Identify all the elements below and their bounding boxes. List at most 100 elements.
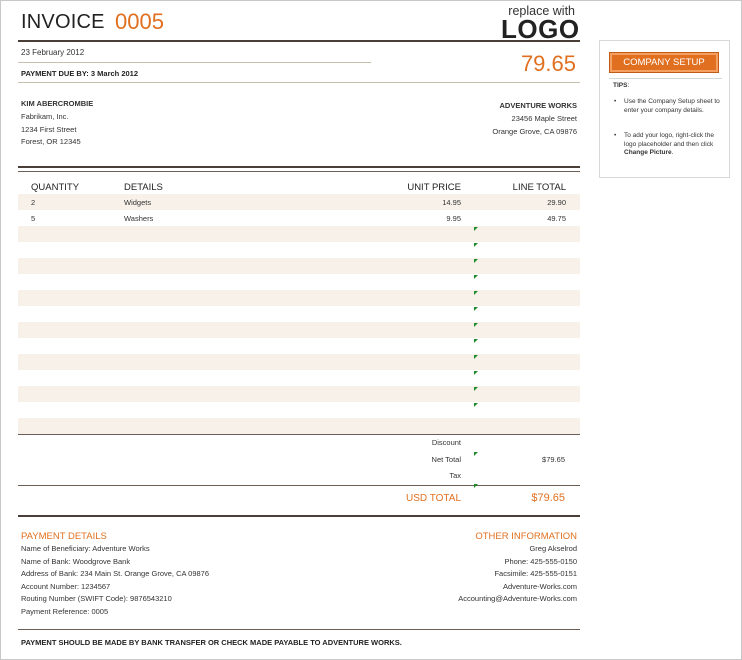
formula-marker-icon: [474, 227, 478, 231]
invoice-date[interactable]: 23 February 2012: [21, 48, 84, 57]
totals-rule: [18, 485, 580, 486]
contact-line: Adventure-Works.com: [502, 581, 577, 591]
tips-title-text: TIPS: [613, 82, 628, 89]
payment-details-title: PAYMENT DETAILS: [21, 531, 107, 542]
table-row-empty[interactable]: [18, 338, 580, 354]
row-quantity: 5: [31, 214, 36, 223]
usd-total-label: USD TOTAL: [405, 493, 461, 504]
date-divider: [18, 62, 371, 63]
company-setup-button[interactable]: COMPANY SETUP: [609, 52, 719, 73]
usd-total-value[interactable]: $79.65: [495, 492, 565, 504]
from-city: Orange Grove, CA 09876: [492, 126, 577, 136]
net-total-value[interactable]: $79.65: [495, 455, 565, 464]
tips-title: TIPS:: [613, 82, 630, 89]
header-rule: [18, 40, 580, 42]
logo-placeholder[interactable]: replace with LOGO: [501, 5, 580, 44]
table-top-rule-thin: [18, 171, 580, 172]
table-row[interactable]: 5 Washers 9.95 49.75: [18, 210, 580, 226]
row-unit-price: 9.95: [446, 214, 461, 223]
discount-label: Discount: [431, 438, 461, 447]
row-quantity: 2: [31, 198, 36, 207]
formula-marker-icon: [474, 452, 478, 456]
payment-line: Payment Reference: 0005: [21, 606, 109, 616]
table-row-empty[interactable]: [18, 258, 580, 274]
footer-rule: [18, 629, 580, 630]
formula-marker-icon: [474, 291, 478, 295]
table-row-empty[interactable]: [18, 402, 580, 418]
contact-line: Greg Akselrod: [529, 544, 577, 553]
invoice-title: INVOICE: [21, 11, 105, 33]
header-quantity: QUANTITY: [31, 182, 80, 193]
from-block[interactable]: ADVENTURE WORKS 23456 Maple Street Orang…: [440, 100, 577, 138]
tax-label: Tax: [449, 471, 461, 480]
payment-due-date: 3 March 2012: [90, 69, 139, 78]
formula-marker-icon: [474, 275, 478, 279]
formula-marker-icon: [474, 355, 478, 359]
row-line-total: 29.90: [547, 198, 566, 207]
bill-to-city: Forest, OR 12345: [21, 137, 81, 147]
table-row-empty[interactable]: [18, 290, 580, 306]
formula-marker-icon: [474, 387, 478, 391]
from-name: ADVENTURE WORKS: [499, 101, 577, 110]
footer-note: PAYMENT SHOULD BE MADE BY BANK TRANSFER …: [21, 638, 402, 647]
payment-line: Name of Bank: Woodgrove Bank: [21, 556, 131, 566]
table-row-empty[interactable]: [18, 354, 580, 370]
formula-marker-icon: [474, 403, 478, 407]
table-row-empty[interactable]: [18, 322, 580, 338]
formula-marker-icon: [474, 323, 478, 327]
row-line-total: 49.75: [547, 214, 566, 223]
invoice-number[interactable]: 0005: [115, 9, 164, 35]
formula-marker-icon: [474, 339, 478, 343]
payment-line: Name of Beneficiary: Adventure Works: [21, 544, 150, 553]
table-row-empty[interactable]: [18, 418, 580, 434]
logo-big-text: LOGO: [501, 14, 580, 44]
tip-text: Use the Company Setup sheet to enter you…: [624, 98, 720, 114]
table-row-empty[interactable]: [18, 242, 580, 258]
table-row-empty[interactable]: [18, 226, 580, 242]
bill-to-name: KIM ABERCROMBIE: [21, 99, 94, 108]
row-unit-price: 14.95: [442, 198, 461, 207]
invoice-amount: 79.65: [520, 51, 576, 76]
payment-due-label: PAYMENT DUE BY:: [21, 69, 89, 78]
tip-text: To add your logo, right-click the logo p…: [624, 132, 714, 148]
contact-line: Facsimile: 425-555-0151: [494, 569, 577, 579]
tips-panel: COMPANY SETUP TIPS: • Use the Company Se…: [599, 40, 730, 178]
table-bottom-rule: [18, 434, 580, 435]
bullet-icon: •: [614, 98, 617, 105]
bill-to-company: Fabrikam, Inc.: [21, 111, 69, 121]
table-header: QUANTITY DETAILS UNIT PRICE LINE TOTAL: [18, 181, 580, 195]
formula-marker-icon: [474, 371, 478, 375]
header-details: DETAILS: [124, 182, 163, 193]
row-details: Widgets: [124, 198, 152, 207]
tip-item: • Use the Company Setup sheet to enter y…: [613, 98, 723, 115]
footer-top-rule: [18, 515, 580, 517]
table-row-empty[interactable]: [18, 386, 580, 402]
payment-due[interactable]: PAYMENT DUE BY: 3 March 2012: [21, 69, 138, 78]
payment-line: Routing Number (SWIFT Code): 9876543210: [21, 594, 172, 604]
formula-marker-icon: [474, 243, 478, 247]
table-row-empty[interactable]: [18, 274, 580, 290]
bill-to-block[interactable]: KIM ABERCROMBIE Fabrikam, Inc. 1234 Firs…: [21, 98, 93, 149]
row-details: Washers: [124, 214, 154, 223]
table-row-empty[interactable]: [18, 370, 580, 386]
formula-marker-icon: [474, 484, 478, 488]
tip-item: • To add your logo, right-click the logo…: [613, 132, 723, 158]
payment-details-block[interactable]: Name of Beneficiary: Adventure Works Nam…: [21, 543, 209, 619]
header-unit-price: UNIT PRICE: [407, 182, 461, 193]
formula-marker-icon: [474, 307, 478, 311]
formula-marker-icon: [474, 259, 478, 263]
amount-divider: [18, 82, 580, 83]
tips-divider: [609, 78, 722, 79]
table-row[interactable]: 2 Widgets 14.95 29.90: [18, 194, 580, 210]
payment-line: Address of Bank: 234 Main St. Orange Gro…: [21, 569, 210, 579]
table-top-rule: [18, 166, 580, 168]
header-line-total: LINE TOTAL: [512, 182, 566, 193]
other-information-block[interactable]: Greg Akselrod Phone: 425-555-0150 Facsim…: [420, 543, 577, 606]
contact-line: Phone: 425-555-0150: [504, 556, 577, 566]
table-row-empty[interactable]: [18, 306, 580, 322]
other-information-title: OTHER INFORMATION: [475, 531, 577, 542]
net-total-label: Net Total: [431, 455, 461, 464]
bullet-icon: •: [614, 132, 617, 139]
from-street: 23456 Maple Street: [511, 113, 577, 123]
tip-emphasis: Change Picture: [624, 149, 672, 157]
